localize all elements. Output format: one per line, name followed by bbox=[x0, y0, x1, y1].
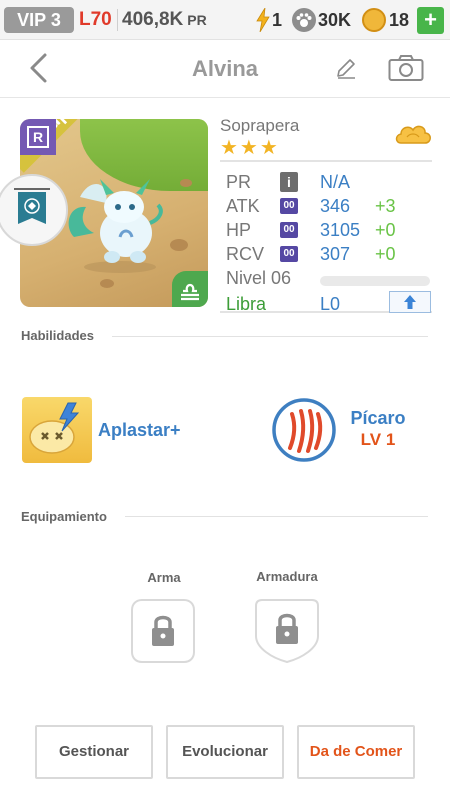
pebble bbox=[100, 279, 114, 288]
stat-bonus: +0 bbox=[375, 244, 396, 264]
abilities-heading: Habilidades bbox=[21, 328, 94, 343]
stat-row: PR i N/A bbox=[220, 170, 432, 194]
pebble bbox=[180, 179, 192, 187]
power-rating: 406,8K PR bbox=[122, 8, 207, 32]
skill-icon[interactable] bbox=[22, 397, 92, 463]
weapon-slot[interactable] bbox=[130, 598, 196, 664]
power-value: 406,8K bbox=[122, 9, 184, 30]
star-rating: ★★★ bbox=[220, 137, 280, 159]
stat-value: 346 bbox=[320, 196, 351, 216]
stat-bonus: +3 bbox=[375, 196, 396, 216]
stat-value: 3105 bbox=[320, 220, 361, 240]
paw-icon bbox=[292, 8, 316, 32]
energy-count: 1 bbox=[272, 10, 283, 30]
divider bbox=[112, 336, 428, 337]
stat-row: HP 00 3105 +0 bbox=[220, 218, 432, 242]
stat-label: RCV bbox=[226, 244, 265, 264]
trait-name[interactable]: Pícaro bbox=[348, 407, 408, 429]
lightning-icon bbox=[256, 8, 270, 32]
equipment-heading: Equipamiento bbox=[21, 509, 107, 524]
coin-icon bbox=[362, 8, 386, 32]
stat-value: 307 bbox=[320, 244, 351, 264]
rarity-badge: R bbox=[20, 119, 56, 155]
zodiac-upgrade-button[interactable] bbox=[389, 291, 431, 313]
food-count: 30K bbox=[318, 10, 352, 30]
arrow-up-icon bbox=[404, 295, 416, 309]
monster-sprite bbox=[68, 179, 163, 273]
add-currency-button[interactable]: + bbox=[417, 7, 444, 34]
camera-icon[interactable] bbox=[388, 54, 424, 82]
weapon-label: Arma bbox=[147, 570, 181, 585]
vip-badge[interactable]: VIP 3 bbox=[4, 7, 74, 33]
rarity-letter: R bbox=[27, 126, 49, 148]
stat-bonus: +0 bbox=[375, 220, 396, 240]
armor-slot[interactable] bbox=[254, 598, 320, 664]
stat-gem-badge: 00 bbox=[280, 198, 298, 214]
feed-button[interactable]: Da de Comer bbox=[297, 725, 415, 779]
species-name: Soprapera bbox=[220, 116, 300, 135]
level-label: Nivel 06 bbox=[226, 268, 292, 288]
stats-panel: PR i N/A ATK 00 346 +3 HP 00 3105 +0 RCV… bbox=[220, 160, 432, 314]
header: Alvina bbox=[0, 40, 450, 98]
stat-row: ATK 00 346 +3 bbox=[220, 194, 432, 218]
pencil-icon[interactable] bbox=[335, 57, 357, 79]
skill-name[interactable]: Aplastar+ bbox=[98, 419, 181, 441]
claw-trait-icon[interactable] bbox=[272, 398, 336, 462]
zodiac-level: L0 bbox=[320, 294, 341, 314]
monster-detail-screen: VIP 3 L70 406,8K PR 1 30K 18 + Alvina R … bbox=[0, 0, 450, 800]
info-icon[interactable]: i bbox=[280, 172, 298, 192]
xp-progress-bar bbox=[320, 276, 430, 286]
trait-level: LV 1 bbox=[360, 430, 396, 449]
stat-label: PR bbox=[226, 172, 252, 192]
armor-label: Armadura bbox=[256, 569, 318, 584]
stat-gem-badge: 00 bbox=[280, 222, 298, 238]
stat-gem-badge: 00 bbox=[280, 246, 298, 262]
page-title: Alvina bbox=[191, 56, 259, 81]
coin-count: 18 bbox=[389, 10, 410, 30]
stat-row: RCV 00 307 +0 bbox=[220, 242, 432, 266]
player-level: L70 bbox=[79, 9, 112, 30]
cloud-element-icon[interactable] bbox=[393, 119, 433, 151]
power-unit: PR bbox=[187, 12, 207, 28]
banner-icon bbox=[14, 188, 50, 224]
divider bbox=[125, 516, 428, 517]
libra-icon bbox=[172, 271, 208, 307]
stat-value: N/A bbox=[320, 172, 351, 192]
stat-label: HP bbox=[226, 220, 252, 240]
guild-emblem[interactable] bbox=[0, 174, 68, 246]
status-bar: VIP 3 L70 406,8K PR 1 30K 18 + bbox=[0, 0, 450, 40]
stat-label: ATK bbox=[226, 196, 260, 216]
evolve-button[interactable]: Evolucionar bbox=[166, 725, 284, 779]
divider bbox=[117, 9, 118, 31]
manage-button[interactable]: Gestionar bbox=[35, 725, 153, 779]
zodiac-name: Libra bbox=[226, 294, 267, 314]
